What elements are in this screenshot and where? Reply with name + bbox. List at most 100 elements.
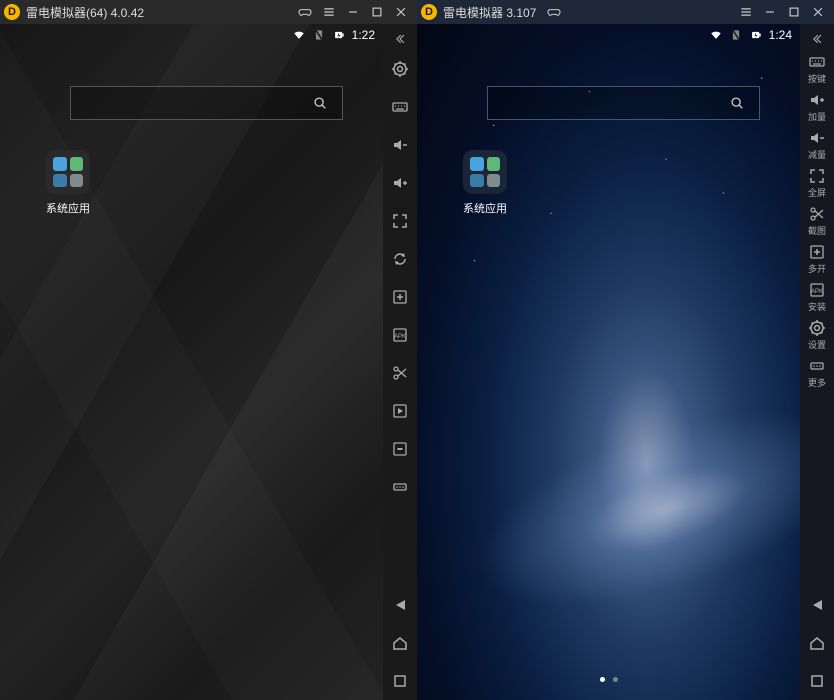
sidebar-label: 全屏: [808, 186, 826, 199]
sidebar-home-button[interactable]: [800, 624, 834, 662]
vol-minus-icon: [808, 129, 826, 147]
sidebar-label: 减量: [808, 148, 826, 161]
sidebar-vol-up-button[interactable]: 加量: [800, 88, 834, 126]
sidebar-label: 截图: [808, 224, 826, 237]
sidebar-vol-down-button[interactable]: [383, 126, 417, 164]
titlebar-right: D 雷电模拟器 3.107: [417, 0, 834, 24]
sidebar-settings-button[interactable]: [383, 50, 417, 88]
keyboard-icon: [808, 53, 826, 71]
sidebar-add-box-button[interactable]: [383, 278, 417, 316]
gamepad-icon[interactable]: [293, 0, 317, 24]
sidebar-label: 安装: [808, 300, 826, 313]
sidebar-vol-up-button[interactable]: [383, 164, 417, 202]
page-dot[interactable]: [600, 677, 605, 682]
keyboard-icon: [391, 98, 409, 116]
page-dot[interactable]: [613, 677, 618, 682]
close-icon[interactable]: [806, 0, 830, 24]
sidebar-multi-button[interactable]: 多开: [800, 240, 834, 278]
sidebar-recent-button[interactable]: [383, 662, 417, 700]
sidebar-settings-button[interactable]: 设置: [800, 316, 834, 354]
minimize-icon[interactable]: [758, 0, 782, 24]
rotate-icon: [391, 250, 409, 268]
add-box-icon: [808, 243, 826, 261]
add-box-icon: [391, 288, 409, 306]
sidebar-more-button[interactable]: 更多: [800, 354, 834, 392]
home-icon: [808, 634, 826, 652]
sidebar-collapse-button[interactable]: [383, 28, 417, 50]
app-system-apps[interactable]: 系统应用: [455, 150, 515, 216]
sidebar-back-button[interactable]: [800, 586, 834, 624]
sidebar-fullscreen-button[interactable]: [383, 202, 417, 240]
vol-plus-icon: [391, 174, 409, 192]
sidebar-label: 更多: [808, 376, 826, 389]
dots-icon: [391, 478, 409, 496]
battery-icon: [749, 28, 763, 42]
sidebar-label: 多开: [808, 262, 826, 275]
sidebar-right: 按键加量减量全屏截图多开安装设置更多: [800, 24, 834, 700]
status-time: 1:22: [352, 28, 375, 42]
sidebar-keyboard-button[interactable]: [383, 88, 417, 126]
maximize-icon[interactable]: [782, 0, 806, 24]
wifi-icon: [292, 28, 306, 42]
close-icon[interactable]: [389, 0, 413, 24]
sidebar-rotate-button[interactable]: [383, 240, 417, 278]
app-label: 系统应用: [38, 200, 98, 216]
app-folder-icon: [463, 150, 507, 194]
back-icon: [391, 596, 409, 614]
sidebar-play-button[interactable]: [383, 392, 417, 430]
sidebar-label: 按键: [808, 72, 826, 85]
status-bar: 1:22: [0, 24, 383, 46]
sidebar-recent-button[interactable]: [800, 662, 834, 700]
gamepad-icon[interactable]: [542, 0, 566, 24]
search-input[interactable]: [487, 86, 760, 120]
sidebar-screenshot-button[interactable]: 截图: [800, 202, 834, 240]
logo-icon: D: [421, 4, 437, 20]
vol-minus-icon: [391, 136, 409, 154]
sidebar-apk-button[interactable]: [383, 316, 417, 354]
gear-icon: [391, 60, 409, 78]
sim-icon: [312, 28, 326, 42]
back-icon: [808, 596, 826, 614]
sidebar-more-button[interactable]: [383, 468, 417, 506]
home-icon: [391, 634, 409, 652]
fullscreen-icon: [391, 212, 409, 230]
app-label: 系统应用: [455, 200, 515, 216]
fullscreen-icon: [808, 167, 826, 185]
scissors-icon: [391, 364, 409, 382]
status-time: 1:24: [769, 28, 792, 42]
wifi-icon: [709, 28, 723, 42]
window-title: 雷电模拟器(64) 4.0.42: [26, 4, 144, 21]
android-screen-right[interactable]: 1:24 系统应用: [417, 24, 800, 700]
minimize-icon[interactable]: [341, 0, 365, 24]
emulator-right: D 雷电模拟器 3.107 1:24 系统应用: [417, 0, 834, 700]
sidebar-install-button[interactable]: 安装: [800, 278, 834, 316]
gear-icon: [808, 319, 826, 337]
scissors-icon: [808, 205, 826, 223]
app-system-apps[interactable]: 系统应用: [38, 150, 98, 216]
dots-icon: [808, 357, 826, 375]
recent-icon: [391, 672, 409, 690]
menu-icon[interactable]: [734, 0, 758, 24]
sidebar-back-button[interactable]: [383, 586, 417, 624]
sidebar-fullscreen-button[interactable]: 全屏: [800, 164, 834, 202]
menu-icon[interactable]: [317, 0, 341, 24]
search-input[interactable]: [70, 86, 343, 120]
apk-icon: [808, 281, 826, 299]
vol-plus-icon: [808, 91, 826, 109]
logo-icon: D: [4, 4, 20, 20]
battery-icon: [332, 28, 346, 42]
sidebar-vol-down-button[interactable]: 减量: [800, 126, 834, 164]
recent-icon: [808, 672, 826, 690]
window-title: 雷电模拟器 3.107: [443, 4, 536, 21]
sidebar-label: 设置: [808, 338, 826, 351]
play-icon: [391, 402, 409, 420]
sidebar-stop-button[interactable]: [383, 430, 417, 468]
page-indicator: [417, 677, 800, 682]
sidebar-home-button[interactable]: [383, 624, 417, 662]
sidebar-keymap-button[interactable]: 按键: [800, 50, 834, 88]
android-screen-left[interactable]: 1:22 系统应用: [0, 24, 383, 700]
sidebar-scissors-button[interactable]: [383, 354, 417, 392]
sidebar-collapse-button[interactable]: [800, 28, 834, 50]
emulator-left: D 雷电模拟器(64) 4.0.42 1:22 系统应用: [0, 0, 417, 700]
maximize-icon[interactable]: [365, 0, 389, 24]
